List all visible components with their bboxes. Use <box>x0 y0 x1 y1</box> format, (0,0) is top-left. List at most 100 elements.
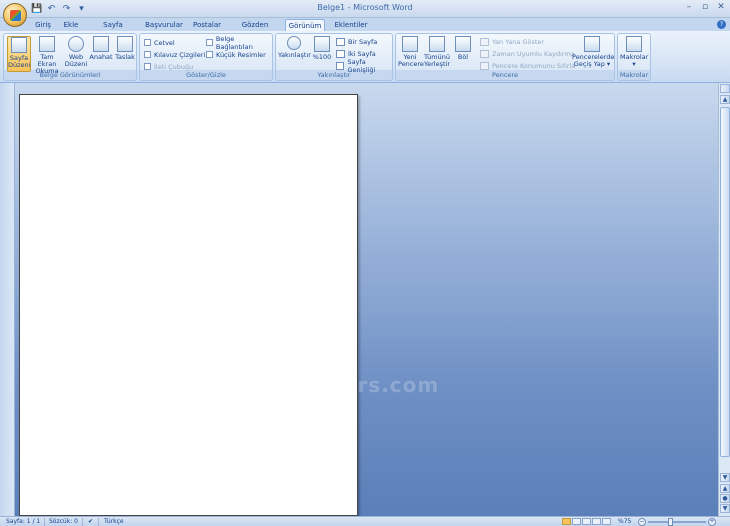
tam-ekran-okuma-button[interactable]: Tam Ekran Okuma <box>32 36 62 75</box>
full-screen-view-icon[interactable] <box>572 518 581 525</box>
page-width-icon <box>336 62 345 70</box>
reset-window-icon <box>480 62 489 70</box>
anahat-button[interactable]: Anahat <box>89 36 113 72</box>
page-indicator[interactable]: Sayfa: 1 / 1 <box>6 518 40 526</box>
group-pencere: Yeni Pencere Tümünü Yerleştir Böl Yan Ya… <box>395 33 615 81</box>
pencerelerde-gecis-yap-button[interactable]: Pencerelerde Geçiş Yap ▾ <box>572 36 614 72</box>
title-bar: 💾 ↶ ↷ ▾ Belge1 - Microsoft Word – ▫ ✕ <box>0 0 730 18</box>
scroll-down-button[interactable]: ▼ <box>720 473 730 482</box>
view-buttons <box>562 518 611 525</box>
taslak-button[interactable]: Taslak <box>114 36 136 72</box>
help-icon[interactable]: ? <box>717 20 726 29</box>
minimize-button[interactable]: – <box>684 2 694 12</box>
document-page[interactable] <box>19 94 358 516</box>
kilavuz-cizgileri-checkbox[interactable]: Kılavuz Çizgileri <box>144 50 205 59</box>
zaman-uyumlu-kaydirma-button: Zaman Uyumlu Kaydırma <box>480 49 575 59</box>
bir-sayfa-button[interactable]: Bir Sayfa <box>336 37 377 47</box>
page-100-icon <box>314 36 330 52</box>
ribbon-tabs: Giriş Ekle Sayfa Düzeni Başvurular Posta… <box>0 18 730 41</box>
group-label: Yakınlaştır <box>317 71 351 79</box>
side-by-side-icon <box>480 38 489 46</box>
sayfa-duzeni-button[interactable]: Sayfa Düzeni <box>7 36 31 72</box>
checkbox-icon <box>144 39 151 46</box>
button-label: Zaman Uyumlu Kaydırma <box>492 50 575 58</box>
button-label: Anahat <box>89 53 113 61</box>
status-separator <box>98 518 99 526</box>
checkbox-icon <box>206 39 213 46</box>
button-label: Yerleştir <box>424 60 450 68</box>
web-layout-view-icon[interactable] <box>582 518 591 525</box>
button-label: Yakınlaştır <box>278 51 311 59</box>
outline-icon <box>93 36 109 52</box>
button-label: Taslak <box>115 53 135 61</box>
checkbox-icon <box>144 51 151 58</box>
draft-view-icon[interactable] <box>602 518 611 525</box>
cetvel-checkbox[interactable]: Cetvel <box>144 38 175 47</box>
watermark: www.dijitalders.com <box>190 373 440 397</box>
zoom-100-button[interactable]: %100 <box>312 36 332 72</box>
makrolar-button[interactable]: Makrolar ▾ <box>620 36 648 72</box>
new-window-icon <box>402 36 418 52</box>
page-layout-icon <box>11 37 27 53</box>
button-label: Böl <box>457 53 469 61</box>
checkbox-icon <box>206 51 213 58</box>
checkbox-label: Cetvel <box>154 38 175 47</box>
zoom-level[interactable]: %75 <box>618 518 631 526</box>
zoom-slider-handle[interactable] <box>668 518 673 526</box>
checkbox-icon <box>144 63 151 70</box>
group-label: Pencere <box>492 71 518 79</box>
button-label: Düzeni <box>8 61 31 69</box>
group-label: Göster/Gizle <box>186 71 226 79</box>
scroll-up-button[interactable]: ▲ <box>720 95 730 104</box>
next-page-button[interactable]: ▼ <box>720 504 730 513</box>
maximize-button[interactable]: ▫ <box>700 2 710 12</box>
bol-button[interactable]: Böl <box>453 36 473 72</box>
checkbox-label: Belge Bağlantıları <box>215 34 253 51</box>
print-layout-view-icon[interactable] <box>562 518 571 525</box>
scroll-thumb[interactable] <box>720 107 730 457</box>
vertical-scrollbar[interactable]: ▲ ▼ ▲ ● ▼ <box>718 83 730 516</box>
belge-baglantilari-checkbox[interactable]: Belge Bağlantıları <box>206 35 272 51</box>
button-label: Yan Yana Göster <box>492 38 545 46</box>
yakinlastir-button[interactable]: Yakınlaştır <box>278 36 311 72</box>
outline-view-icon[interactable] <box>592 518 601 525</box>
button-label: Bir Sayfa <box>348 38 378 46</box>
button-label: ▾ <box>632 60 636 68</box>
yeni-pencere-button[interactable]: Yeni Pencere <box>398 36 424 72</box>
window-controls: – ▫ ✕ <box>684 2 726 12</box>
button-label: Geçiş Yap ▾ <box>573 60 611 68</box>
group-label: Makrolar <box>619 71 649 79</box>
web-duzeni-button[interactable]: Web Düzeni <box>64 36 88 72</box>
draft-icon <box>117 36 133 52</box>
tumunu-yerlestir-button[interactable]: Tümünü Yerleştir <box>424 36 450 72</box>
two-pages-icon <box>336 50 345 58</box>
zoom-out-button[interactable]: − <box>638 518 646 526</box>
magnifier-icon <box>287 36 301 50</box>
one-page-icon <box>336 38 345 46</box>
status-separator <box>82 518 83 526</box>
group-yakinlastir: Yakınlaştır %100 Bir Sayfa İki Sayfa Say… <box>275 33 393 81</box>
office-logo-icon <box>10 10 21 21</box>
zoom-slider[interactable] <box>648 521 706 523</box>
button-label: Pencere Konumunu Sıfırla <box>492 62 576 70</box>
status-separator <box>44 518 45 526</box>
macros-icon <box>626 36 642 52</box>
office-button[interactable] <box>3 3 27 27</box>
language-indicator[interactable]: Türkçe <box>104 518 124 526</box>
kucuk-resimler-checkbox[interactable]: Küçük Resimler <box>206 50 266 59</box>
sync-scroll-icon <box>480 50 489 58</box>
group-label: Belge Görünümleri <box>39 71 101 79</box>
ruler-toggle-button[interactable] <box>720 84 730 93</box>
previous-page-button[interactable]: ▲ <box>720 484 730 493</box>
zoom-in-button[interactable]: + <box>708 518 716 526</box>
arrange-all-icon <box>429 36 445 52</box>
group-belge-gorunumleri: Sayfa Düzeni Tam Ekran Okuma Web Düzeni … <box>3 33 137 81</box>
close-button[interactable]: ✕ <box>716 2 726 12</box>
button-label: Pencere <box>398 60 424 68</box>
proofing-icon[interactable]: ✔ <box>88 518 93 526</box>
yan-yana-goster-button: Yan Yana Göster <box>480 37 544 47</box>
status-bar: Sayfa: 1 / 1 Sözcük: 0 ✔ Türkçe %75 − + <box>0 516 730 526</box>
select-browse-object-button[interactable]: ● <box>720 494 730 503</box>
word-count[interactable]: Sözcük: 0 <box>49 518 78 526</box>
split-icon <box>455 36 471 52</box>
